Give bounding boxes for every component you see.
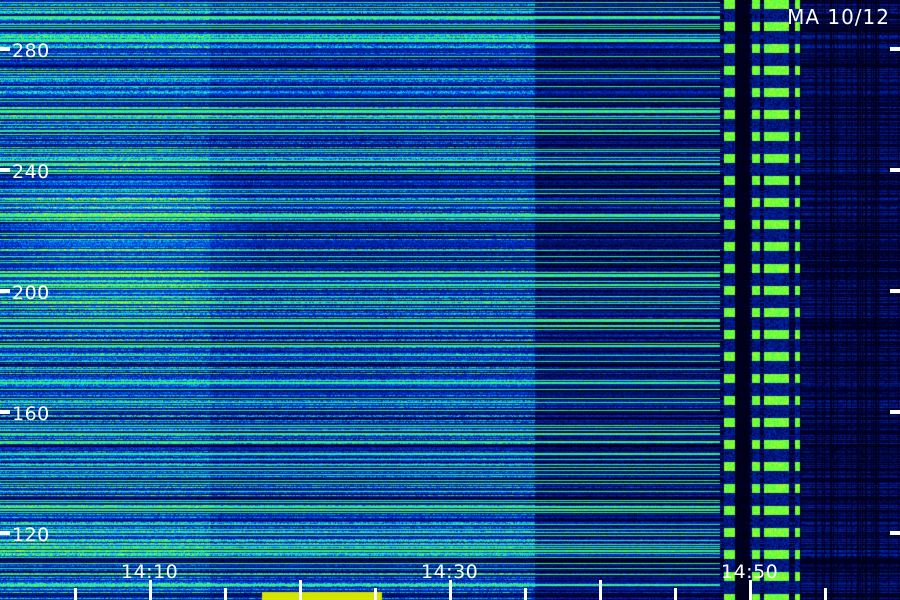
spectrogram-image	[0, 0, 900, 600]
station-date-label: MA 10/12	[787, 5, 890, 29]
spectrogram-view: 280 240 200 160 120 14:10 14:30 14:50 MA…	[0, 0, 900, 600]
